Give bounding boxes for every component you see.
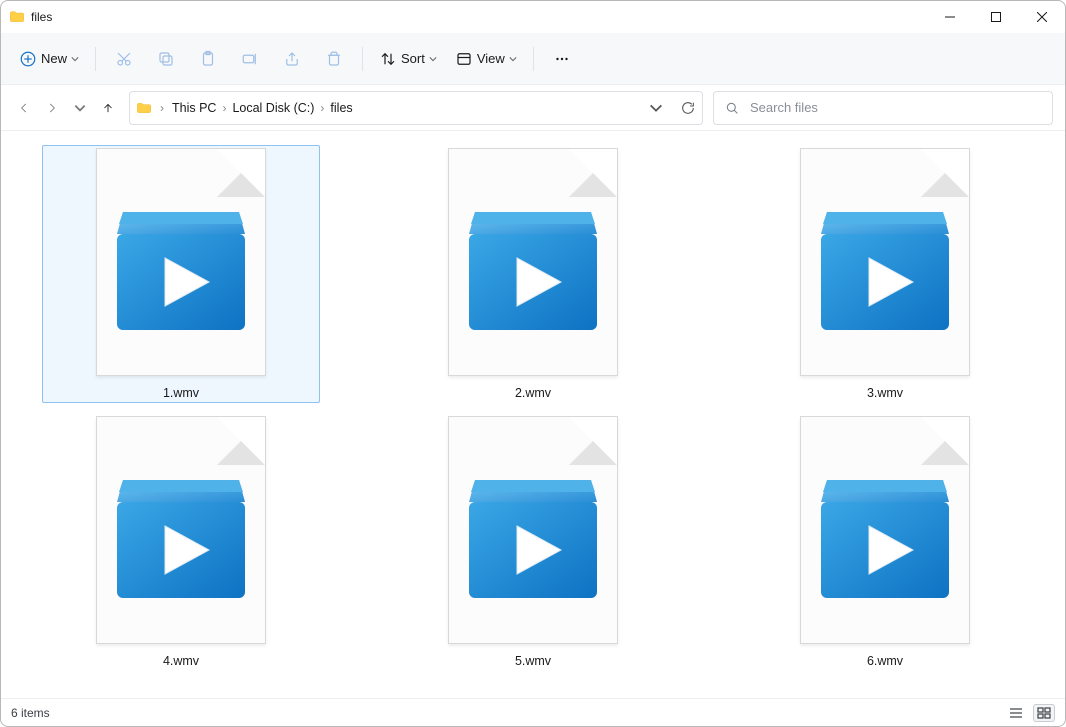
up-button[interactable] <box>101 101 115 115</box>
plus-circle-icon <box>19 50 37 68</box>
breadcrumb-item[interactable]: Local Disk (C:) <box>232 101 314 115</box>
chevron-down-icon <box>509 55 517 63</box>
trash-icon <box>325 50 343 68</box>
file-thumbnail <box>448 416 618 644</box>
folder-icon <box>9 9 25 25</box>
file-thumbnail <box>96 416 266 644</box>
view-button[interactable]: View <box>447 41 525 77</box>
recent-button[interactable] <box>73 101 87 115</box>
cut-button[interactable] <box>104 41 144 77</box>
window-title: files <box>31 10 52 24</box>
more-button[interactable] <box>542 41 582 77</box>
details-view-button[interactable] <box>1005 704 1027 722</box>
sort-label: Sort <box>401 51 425 66</box>
file-item[interactable]: 3.wmv <box>746 145 1024 403</box>
sort-icon <box>379 50 397 68</box>
file-thumbnail <box>448 148 618 376</box>
file-thumbnail <box>800 416 970 644</box>
search-input[interactable] <box>750 100 1042 115</box>
new-button[interactable]: New <box>11 41 87 77</box>
navbar: › This PC › Local Disk (C:) › files <box>1 85 1065 131</box>
copy-icon <box>157 50 175 68</box>
chevron-down-icon <box>71 55 79 63</box>
chevron-down-icon <box>429 55 437 63</box>
file-item[interactable]: 1.wmv <box>42 145 320 403</box>
file-grid: 1.wmv 2.wmv <box>1 131 1065 698</box>
copy-button[interactable] <box>146 41 186 77</box>
file-thumbnail <box>800 148 970 376</box>
breadcrumb: This PC › Local Disk (C:) › files <box>172 101 353 115</box>
forward-button[interactable] <box>45 101 59 115</box>
breadcrumb-item[interactable]: files <box>330 101 352 115</box>
close-button[interactable] <box>1019 1 1065 33</box>
status-bar: 6 items <box>1 698 1065 726</box>
window-controls <box>927 1 1065 33</box>
rename-icon <box>241 50 259 68</box>
file-item[interactable]: 2.wmv <box>394 145 672 403</box>
thumbnails-view-button[interactable] <box>1033 704 1055 722</box>
file-item[interactable]: 6.wmv <box>746 413 1024 671</box>
file-name: 6.wmv <box>867 654 903 668</box>
rename-button[interactable] <box>230 41 270 77</box>
view-label: View <box>477 51 505 66</box>
back-button[interactable] <box>17 101 31 115</box>
delete-button[interactable] <box>314 41 354 77</box>
file-thumbnail <box>96 148 266 376</box>
search-icon <box>724 100 740 116</box>
view-icon <box>455 50 473 68</box>
paste-button[interactable] <box>188 41 228 77</box>
chevron-down-icon[interactable] <box>648 100 664 116</box>
titlebar: files <box>1 1 1065 33</box>
new-label: New <box>41 51 67 66</box>
status-items-count: 6 items <box>11 706 50 720</box>
more-icon <box>553 50 571 68</box>
sort-button[interactable]: Sort <box>371 41 445 77</box>
refresh-icon[interactable] <box>680 100 696 116</box>
file-name: 1.wmv <box>163 386 199 400</box>
search-box[interactable] <box>713 91 1053 125</box>
maximize-button[interactable] <box>973 1 1019 33</box>
view-toggle <box>1005 704 1055 722</box>
clipboard-icon <box>199 50 217 68</box>
address-bar[interactable]: › This PC › Local Disk (C:) › files <box>129 91 703 125</box>
breadcrumb-item[interactable]: This PC <box>172 101 216 115</box>
chevron-right-icon: › <box>320 101 324 115</box>
file-name: 2.wmv <box>515 386 551 400</box>
share-button[interactable] <box>272 41 312 77</box>
toolbar: New Sort View <box>1 33 1065 85</box>
folder-icon <box>136 100 152 116</box>
file-name: 5.wmv <box>515 654 551 668</box>
file-item[interactable]: 4.wmv <box>42 413 320 671</box>
file-item[interactable]: 5.wmv <box>394 413 672 671</box>
file-name: 3.wmv <box>867 386 903 400</box>
share-icon <box>283 50 301 68</box>
chevron-right-icon: › <box>160 101 164 115</box>
file-name: 4.wmv <box>163 654 199 668</box>
chevron-right-icon: › <box>222 101 226 115</box>
minimize-button[interactable] <box>927 1 973 33</box>
scissors-icon <box>115 50 133 68</box>
